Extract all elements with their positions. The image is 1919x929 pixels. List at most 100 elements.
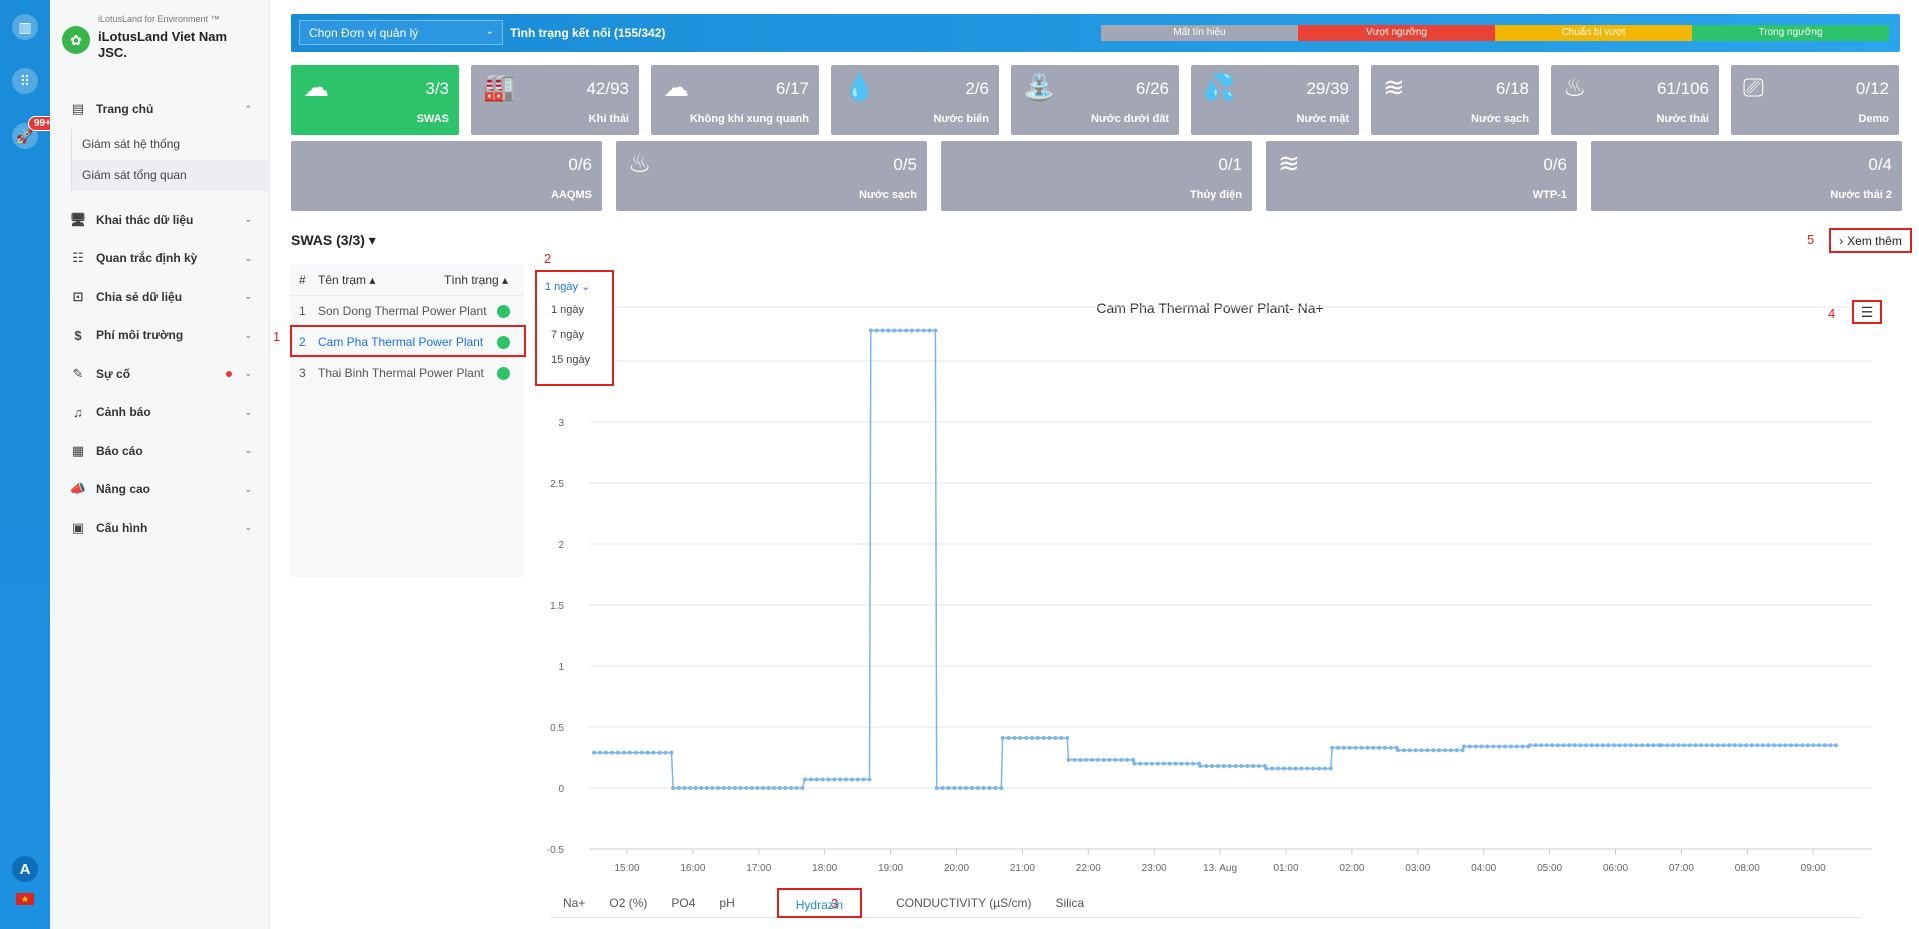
language-flag-icon[interactable]: ★	[16, 893, 34, 905]
user-avatar[interactable]: A	[12, 856, 38, 882]
station-type-card[interactable]: ☁ 6/17 Không khí xung quanh	[651, 65, 819, 135]
data-point	[880, 328, 885, 333]
data-point	[952, 786, 957, 790]
station-type-card[interactable]: ≋ 0/6 WTP-1	[1266, 141, 1577, 211]
tab-param[interactable]: PO4	[659, 888, 707, 918]
data-point	[1173, 761, 1178, 766]
report-icon: ▦	[71, 442, 85, 458]
data-point	[838, 777, 843, 782]
highlight-station-row	[290, 325, 526, 357]
data-point	[1628, 743, 1633, 748]
data-point	[1407, 748, 1412, 753]
station-type-card[interactable]: 💧 2/6 Nước biển	[831, 65, 999, 135]
y-tick-label: 2	[558, 540, 564, 551]
sidebar-item-0[interactable]: ▤ Trang chủ ⌃	[50, 90, 270, 129]
sidebar-item-5[interactable]: ✎ Sự cố ⌄	[50, 355, 270, 394]
tab-param[interactable]: CONDUCTIVITY (µS/cm)	[884, 888, 1043, 918]
data-point	[1113, 757, 1118, 762]
data-point	[749, 786, 754, 790]
data-point	[861, 777, 866, 782]
data-point	[1817, 743, 1822, 748]
tab-param[interactable]: Hydrazin	[776, 887, 863, 918]
tab-param[interactable]: Silica	[1043, 888, 1096, 918]
chart-menu-icon[interactable]: ☰	[1852, 300, 1882, 324]
sidebar-item-1[interactable]: 🖥 Khai thác dữ liệu ⌄	[50, 201, 270, 240]
view-more-button[interactable]: › Xem thêm	[1829, 228, 1912, 253]
data-point	[1204, 764, 1209, 768]
cloud-icon: ☁	[303, 72, 329, 102]
data-point	[800, 786, 805, 790]
data-point	[1317, 766, 1322, 771]
submenu-item-1[interactable]: Giám sát tổng quan	[72, 159, 270, 191]
sidebar-item-8[interactable]: 📣 Nâng cao ⌄	[50, 470, 270, 509]
data-point	[886, 328, 891, 333]
sidebar-item-9[interactable]: ▣ Cấu hình ⌄	[50, 509, 270, 548]
dollar-icon: $	[74, 327, 82, 343]
y-tick-label: -0.5	[547, 845, 565, 856]
sidebar-item-2[interactable]: ☷ Quan trắc định kỳ ⌄	[50, 239, 270, 278]
card-count: 0/12	[1855, 79, 1889, 98]
status-legend: Mất tín hiệu Vượt ngưỡng Chuẩn bị vượt Tron…	[1101, 25, 1889, 41]
data-point	[1401, 748, 1406, 753]
line-chart: Cam Pha Thermal Power Plant- Na+ -0.5 0 0.5…	[547, 300, 1872, 874]
card-label: Nước biển	[933, 113, 989, 125]
data-point	[1215, 764, 1220, 768]
sidebar-item-6[interactable]: ♫ Cảnh báo ⌄	[50, 393, 270, 432]
period-selected[interactable]: 1 ngày ⌄	[545, 280, 590, 293]
card-count: 42/93	[586, 79, 629, 98]
apps-grid-icon[interactable]: ⠿	[12, 68, 38, 94]
data-point	[1732, 743, 1737, 748]
submenu-item-0[interactable]: Giám sát hệ thống	[72, 129, 270, 160]
station-type-card[interactable]: ♨ 61/106 Nước thải	[1551, 65, 1719, 135]
period-option[interactable]: 1 ngày	[541, 298, 609, 323]
view-more-label: Xem thêm	[1847, 233, 1902, 248]
card-label: Thủy điện	[1190, 189, 1242, 201]
col-name[interactable]: Tên trạm ▴	[318, 273, 444, 287]
period-option[interactable]: 7 ngày	[541, 323, 609, 348]
station-type-card[interactable]: 🏭 42/93 Khí thải	[471, 65, 639, 135]
tab-param[interactable]: pH	[707, 888, 746, 918]
table-row[interactable]: 3 Thai Binh Thermal Power Plant	[290, 357, 524, 388]
station-type-card[interactable]: ≋ 6/18 Nước sạch	[1371, 65, 1539, 135]
data-point	[1239, 764, 1244, 768]
data-point	[934, 786, 939, 790]
sidebar-item-7[interactable]: ▦ Báo cáo ⌄	[50, 432, 270, 471]
section-title[interactable]: SWAS (3/3) ▾	[291, 232, 376, 249]
data-point	[987, 786, 992, 790]
data-point	[1396, 748, 1400, 753]
data-point	[1760, 743, 1765, 748]
table-row[interactable]: 1 Son Dong Thermal Power Plant	[290, 295, 524, 326]
period-dropdown[interactable]: 1 ngày ⌄ 1 ngày 7 ngày 15 ngày	[535, 270, 614, 386]
station-type-card[interactable]: 0/1 Thủy điện	[941, 141, 1252, 211]
station-type-card[interactable]: 0/6 AAQMS	[291, 141, 602, 211]
y-tick-label: 1	[558, 662, 564, 673]
data-point	[1600, 743, 1605, 748]
tab-param[interactable]: Na+	[551, 888, 597, 918]
station-type-card[interactable]: 💦 29/39 Nước mặt	[1191, 65, 1359, 135]
series-line	[594, 329, 1836, 789]
status-dot	[497, 366, 510, 380]
card-label: Không khí xung quanh	[689, 113, 809, 125]
sidebar-item-4[interactable]: $ Phí môi trường ⌄	[50, 316, 270, 355]
data-point	[657, 750, 662, 755]
station-type-card[interactable]: 0/4 Nước thải 2	[1591, 141, 1902, 211]
chevron-down-icon: ⌄	[485, 26, 494, 37]
data-point	[915, 328, 920, 333]
sidebar-item-3[interactable]: ⊡ Chia sẻ dữ liệu ⌄	[50, 278, 270, 317]
data-point	[1693, 743, 1698, 748]
station-type-card[interactable]: ⛲ 6/26 Nước dưới đất	[1011, 65, 1179, 135]
data-point	[927, 328, 932, 333]
col-status[interactable]: Tình trạng ▴	[444, 273, 524, 287]
station-type-card[interactable]: ♨ 0/5 Nước sạch	[616, 141, 927, 211]
data-point	[1550, 743, 1555, 748]
data-point	[1822, 743, 1827, 748]
period-option[interactable]: 15 ngày	[541, 348, 609, 373]
station-type-card[interactable]: ☁ 3/3 SWAS	[291, 65, 459, 135]
data-point	[1227, 764, 1232, 768]
data-point	[1210, 764, 1215, 768]
card-count: 2/6	[965, 79, 989, 98]
tab-param[interactable]: O2 (%)	[597, 888, 659, 918]
station-type-card[interactable]: ⎚ 0/12 Demo	[1731, 65, 1899, 135]
unit-select[interactable]: Chọn Đơn vị quản lý ⌄	[299, 20, 503, 45]
app-logo-icon[interactable]: ▥	[12, 14, 38, 40]
